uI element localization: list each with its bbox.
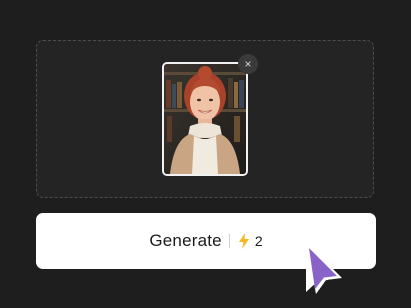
remove-image-button[interactable]: ×: [238, 54, 258, 74]
close-icon: ×: [244, 57, 252, 71]
lightning-bolt-icon: [238, 233, 249, 249]
generate-button-label: Generate: [149, 231, 222, 250]
divider: [228, 234, 230, 248]
uploaded-image-thumbnail: [162, 62, 248, 176]
portrait-photo: [164, 64, 246, 174]
mouse-pointer-icon: [306, 242, 342, 294]
credit-cost: 2: [254, 233, 263, 249]
